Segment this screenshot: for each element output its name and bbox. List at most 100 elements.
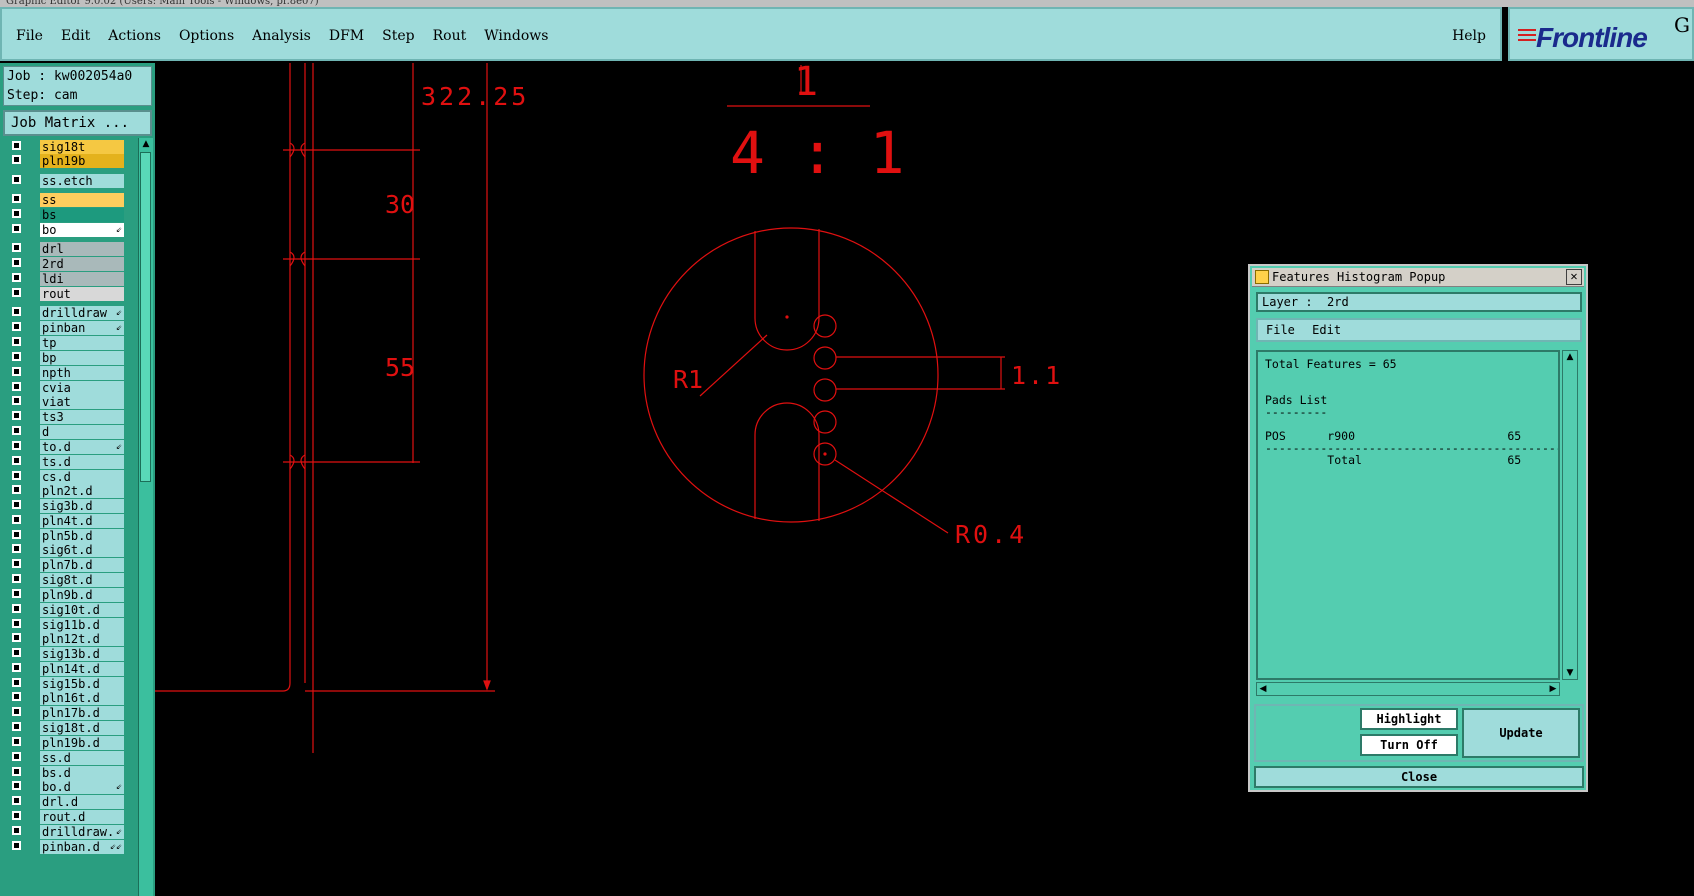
layer-checkbox[interactable] [12,307,21,316]
layer-checkbox[interactable] [12,322,21,331]
layer-row[interactable]: sig11b.d [4,618,124,632]
layer-checkbox[interactable] [12,826,21,835]
layer-name[interactable]: ts.d [40,455,124,469]
layer-checkbox[interactable] [12,752,21,761]
layer-name[interactable]: bp [40,351,124,365]
layer-name[interactable]: drilldraw ⇙ [40,306,124,320]
layer-checkbox[interactable] [12,382,21,391]
layer-name[interactable]: pinban.d ⇙⇙ [40,840,124,854]
layer-name[interactable]: pln7b.d [40,558,124,572]
layer-name[interactable]: drl.d [40,795,124,809]
layer-name[interactable]: tp [40,336,124,350]
layer-name[interactable]: sig3b.d [40,499,124,513]
layer-checkbox[interactable] [12,367,21,376]
layer-row[interactable]: cvia [4,381,124,395]
layer-checkbox[interactable] [12,574,21,583]
layer-row[interactable]: pln16t.d [4,691,124,705]
scroll-up-icon[interactable]: ▲ [140,138,152,150]
layer-checkbox[interactable] [12,224,21,233]
layer-row[interactable]: drilldraw. ⇙ [4,825,124,839]
menu-step[interactable]: Step [382,28,414,44]
layer-name[interactable]: sig11b.d [40,618,124,632]
layer-row[interactable]: pln14t.d [4,662,124,676]
layer-checkbox[interactable] [12,288,21,297]
layer-checkbox[interactable] [12,209,21,218]
layer-list-scrollbar[interactable]: ▲ [138,138,153,896]
layer-name[interactable]: pln17b.d [40,706,124,720]
layer-checkbox[interactable] [12,471,21,480]
layer-name[interactable]: sig10t.d [40,603,124,617]
layer-name[interactable]: bs.d [40,766,124,780]
layer-name[interactable]: ss.etch [40,174,124,188]
layer-name[interactable]: pln9b.d [40,588,124,602]
layer-row[interactable]: sig13b.d [4,647,124,661]
report-horizontal-scrollbar[interactable]: ◀ ▶ [1256,682,1560,696]
popup-menu-edit[interactable]: Edit [1312,323,1341,337]
layer-row[interactable]: sig8t.d [4,573,124,587]
layer-checkbox[interactable] [12,441,21,450]
layer-checkbox[interactable] [12,155,21,164]
layer-name[interactable]: rout.d [40,810,124,824]
popup-title-bar[interactable]: Features Histogram Popup ✕ [1252,268,1584,287]
layer-row[interactable]: bo ⇙ [4,223,124,237]
layer-row[interactable]: rout [4,287,124,301]
highlight-button[interactable]: Highlight [1360,708,1458,730]
menu-edit[interactable]: Edit [61,28,90,44]
layer-name[interactable]: sig18t.d [40,721,124,735]
layer-name[interactable]: pln12t.d [40,632,124,646]
layer-name[interactable]: npth [40,366,124,380]
update-button[interactable]: Update [1462,708,1580,758]
layer-checkbox[interactable] [12,515,21,524]
layer-checkbox[interactable] [12,559,21,568]
layer-name[interactable]: bo ⇙ [40,223,124,237]
popup-close-button[interactable]: Close [1254,766,1584,788]
layer-row[interactable]: pln2t.d [4,484,124,498]
layer-name[interactable]: drilldraw. ⇙ [40,825,124,839]
layer-name[interactable]: pln2t.d [40,484,124,498]
layer-checkbox[interactable] [12,767,21,776]
layer-row[interactable]: pln4t.d [4,514,124,528]
layer-name[interactable]: pln19b.d [40,736,124,750]
layer-name[interactable]: sig18t [40,140,124,154]
layer-checkbox[interactable] [12,141,21,150]
layer-checkbox[interactable] [12,737,21,746]
layer-checkbox[interactable] [12,273,21,282]
layer-checkbox[interactable] [12,781,21,790]
histogram-report[interactable]: Total Features = 65 Pads List --------- POS… [1256,350,1560,680]
scroll-thumb[interactable] [140,152,151,482]
layer-name[interactable]: ts3 [40,410,124,424]
layer-checkbox[interactable] [12,500,21,509]
menu-options[interactable]: Options [179,28,234,44]
layer-checkbox[interactable] [12,589,21,598]
layer-row[interactable]: pln17b.d [4,706,124,720]
layer-row[interactable]: sig3b.d [4,499,124,513]
layer-name[interactable]: d [40,425,124,439]
layer-checkbox[interactable] [12,841,21,850]
layer-checkbox[interactable] [12,456,21,465]
layer-checkbox[interactable] [12,544,21,553]
layer-row[interactable]: tp [4,336,124,350]
layer-name[interactable]: ss [40,193,124,207]
layer-row[interactable]: ss.d [4,751,124,765]
layer-row[interactable]: sig15b.d [4,677,124,691]
job-matrix-button[interactable]: Job Matrix ... [3,110,152,136]
layer-checkbox[interactable] [12,175,21,184]
layer-checkbox[interactable] [12,707,21,716]
layer-name[interactable]: sig13b.d [40,647,124,661]
layer-checkbox[interactable] [12,426,21,435]
layer-row[interactable]: pln19b [4,154,124,168]
layer-name[interactable]: cs.d [40,470,124,484]
layer-row[interactable]: ts3 [4,410,124,424]
layer-row[interactable]: pln19b.d [4,736,124,750]
layer-name[interactable]: viat [40,395,124,409]
layer-row[interactable]: bp [4,351,124,365]
layer-name[interactable]: ldi [40,272,124,286]
menu-analysis[interactable]: Analysis [252,28,311,44]
layer-name[interactable]: sig15b.d [40,677,124,691]
layer-checkbox[interactable] [12,258,21,267]
layer-name[interactable]: pln19b [40,154,124,168]
menu-windows[interactable]: Windows [484,28,548,44]
report-vertical-scrollbar[interactable]: ▲ ▼ [1562,350,1578,680]
layer-checkbox[interactable] [12,396,21,405]
layer-checkbox[interactable] [12,692,21,701]
